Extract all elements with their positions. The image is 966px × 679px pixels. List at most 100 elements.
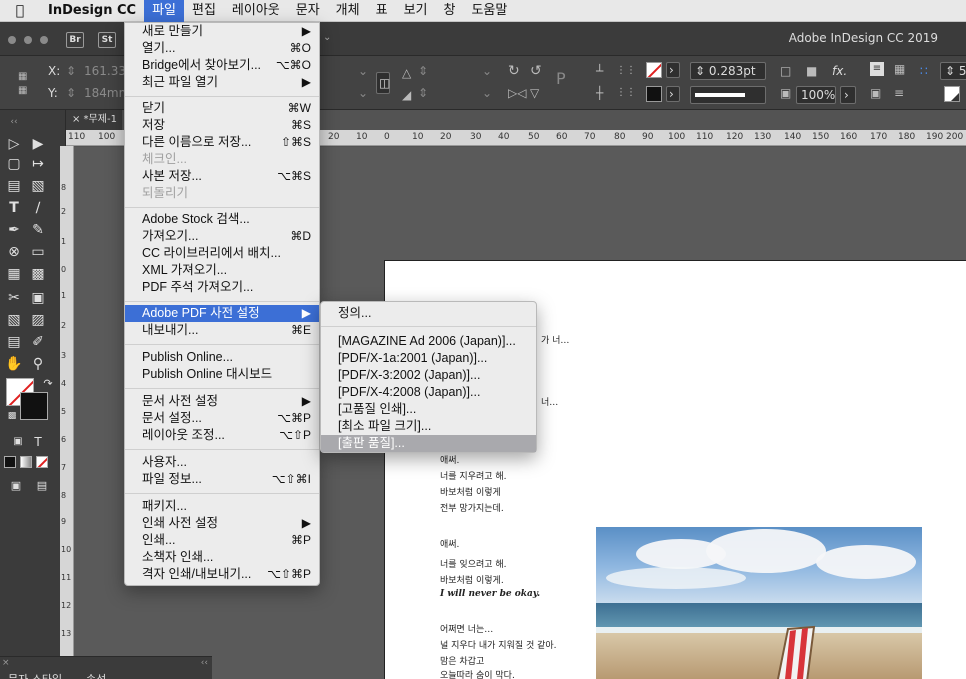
content-collector-icon[interactable]: ▤ <box>4 176 24 196</box>
submenu-item-pdfx-3[interactable]: [PDF/X-3:2002 (Japan)]... <box>321 367 536 384</box>
direct-selection-tool-icon[interactable]: ▶ <box>28 134 48 154</box>
menu-item-new[interactable]: 새로 만들기 ▶ <box>125 23 319 40</box>
stepper-icon[interactable]: ⇕ <box>418 86 428 100</box>
menu-item-publish-online-dashboard[interactable]: Publish Online 대시보드 <box>125 366 319 383</box>
default-fill-stroke-icon[interactable]: ▩ <box>2 406 22 426</box>
stepper-icon[interactable]: ⇕ <box>418 64 428 78</box>
submenu-item-press-quality[interactable]: [출판 품질]... <box>321 435 536 452</box>
text-line[interactable]: 맘은 차갑고 <box>440 654 484 667</box>
note-tool-icon[interactable]: ▤ <box>4 332 24 352</box>
menu-item-save[interactable]: 저장 ⌘S <box>125 117 319 134</box>
rectangle-frame-tool-icon[interactable]: ⊗ <box>4 242 24 262</box>
gap-tool-icon[interactable]: ↦ <box>28 154 48 174</box>
apply-none-icon[interactable] <box>36 456 48 468</box>
text-line[interactable]: 어쩌면 너는… <box>440 622 493 635</box>
menubar-item-window[interactable]: 창 <box>435 0 463 22</box>
fit-content-icon[interactable]: ≡ <box>894 86 904 100</box>
menu-item-print-booklet[interactable]: 소책자 인쇄... <box>125 549 319 566</box>
chevron-down-icon[interactable]: ⌄ <box>358 86 368 100</box>
menu-item-package[interactable]: 패키지... <box>125 498 319 515</box>
table-tool-icon[interactable]: ▦ <box>4 264 24 284</box>
text-line[interactable]: 애써. <box>440 537 459 550</box>
menu-item-save-copy[interactable]: 사본 저장... ⌥⌘S <box>125 168 319 185</box>
line-tool-icon[interactable]: ∕ <box>28 198 48 218</box>
menubar-item-object[interactable]: 개체 <box>328 0 368 22</box>
menu-item-print-presets[interactable]: 인쇄 사전 설정 ▶ <box>125 515 319 532</box>
menu-item-file-info[interactable]: 파일 정보... ⌥⇧⌘I <box>125 471 319 488</box>
stroke-swatch[interactable] <box>646 86 662 102</box>
window-minimize-button[interactable] <box>24 36 32 44</box>
gradient-feather-tool-icon[interactable]: ▨ <box>28 310 48 330</box>
stroke-weight-field[interactable]: ⇕ 0.283pt <box>690 62 766 80</box>
menubar-item-edit[interactable]: 편집 <box>184 0 224 22</box>
menubar-app-name[interactable]: InDesign CC <box>40 0 144 22</box>
normal-view-icon[interactable]: ▣ <box>6 476 26 496</box>
free-transform-tool-icon[interactable]: ▣ <box>28 288 48 308</box>
stock-button[interactable]: St <box>98 32 116 48</box>
shear-angle-icon[interactable]: ◢ <box>402 88 411 102</box>
formatting-text-icon[interactable]: T <box>28 432 48 452</box>
text-line[interactable]: 바보처럼 이렇게. <box>440 573 504 586</box>
hand-tool-icon[interactable]: ✋ <box>4 354 24 374</box>
text-line[interactable]: 전부 망가지는데. <box>440 501 504 514</box>
stepper-icon-y[interactable]: ⇕ <box>66 86 76 100</box>
menu-item-document-setup[interactable]: 문서 설정... ⌥⌘P <box>125 410 319 427</box>
text-line[interactable]: 오늘따라 숨이 막다. <box>440 668 515 679</box>
rotate-ccw-icon[interactable]: ↺ <box>530 64 542 78</box>
submenu-item-pdfx-4[interactable]: [PDF/X-4:2008 (Japan)]... <box>321 384 536 401</box>
menu-item-document-presets[interactable]: 문서 사전 설정 ▶ <box>125 393 319 410</box>
flip-horizontal-icon[interactable]: ▷◁ <box>508 86 526 100</box>
page-tool-icon[interactable]: ▢ <box>4 154 24 174</box>
effects-label[interactable]: fx. <box>832 64 847 78</box>
beach-photo[interactable] <box>596 527 922 679</box>
stepper-icon[interactable]: ⇕ <box>945 64 955 78</box>
reference-point-icon[interactable]: ▦ <box>18 70 27 84</box>
preview-mode-icon[interactable]: ▤ <box>32 476 52 496</box>
grid-icon[interactable]: ∷ <box>920 64 928 78</box>
stepper-icon[interactable]: ⇕ <box>695 64 705 78</box>
menu-item-open[interactable]: 열기... ⌘O <box>125 40 319 57</box>
align-top-icon[interactable]: ┴ <box>596 64 603 78</box>
tab-properties[interactable]: 속성 <box>86 671 106 679</box>
frame-fitting-icon[interactable]: □ <box>780 64 791 78</box>
column-count-field[interactable]: ⇕ 5 <box>940 62 966 80</box>
chevron-down-icon[interactable]: ⌄ <box>358 64 368 78</box>
text-fragment[interactable]: 너… <box>541 395 558 408</box>
grid-tool-icon[interactable]: ▩ <box>28 264 48 284</box>
stroke-swatch-large[interactable] <box>20 392 48 420</box>
collapse-panel-icon[interactable]: ‹‹ <box>201 658 208 668</box>
text-wrap-icon[interactable]: ≡ <box>870 62 884 76</box>
chevron-right-icon[interactable]: › <box>840 86 856 104</box>
flip-vertical-icon[interactable]: ▽ <box>530 86 539 100</box>
window-zoom-button[interactable] <box>40 36 48 44</box>
frame-swatch[interactable] <box>944 86 960 102</box>
drop-shadow-icon[interactable]: ■ <box>806 64 817 78</box>
menubar-item-table[interactable]: 표 <box>368 0 396 22</box>
menu-item-print-export-grid[interactable]: 격자 인쇄/내보내기... ⌥⇧⌘P <box>125 566 319 583</box>
gradient-swatch-tool-icon[interactable]: ▧ <box>4 310 24 330</box>
constrain-proportions-icon[interactable]: ◫ <box>376 72 390 94</box>
pencil-tool-icon[interactable]: ✎ <box>28 220 48 240</box>
text-line[interactable]: 널 지우다 내가 지워질 것 같아. <box>440 638 557 651</box>
menu-item-print[interactable]: 인쇄... ⌘P <box>125 532 319 549</box>
stroke-type-select[interactable] <box>690 86 766 104</box>
reference-point-icon-lower[interactable]: ▦ <box>18 84 27 98</box>
window-close-button[interactable] <box>8 36 16 44</box>
close-icon[interactable]: × <box>2 658 10 668</box>
formatting-container-icon[interactable]: ▣ <box>8 432 28 452</box>
menu-item-place[interactable]: 가져오기... ⌘D <box>125 228 319 245</box>
menubar-item-help[interactable]: 도움말 <box>463 0 515 22</box>
fill-none-swatch[interactable] <box>646 62 662 78</box>
chevron-right-icon[interactable]: › <box>666 62 680 78</box>
swap-fill-stroke-icon[interactable]: ↷ <box>38 374 58 394</box>
text-line[interactable]: 너를 잊으려고 해. <box>440 557 507 570</box>
text-line[interactable]: 바보처럼 이렇게 <box>440 485 501 498</box>
chevron-down-icon[interactable]: ⌄ <box>482 86 492 100</box>
selection-tool-icon[interactable]: ▷ <box>4 134 24 154</box>
menu-item-import-pdf-comments[interactable]: PDF 주석 가져오기... <box>125 279 319 296</box>
align-center-icon[interactable]: ┼ <box>596 86 603 100</box>
rotate-cw-icon[interactable]: ↻ <box>508 64 520 78</box>
rectangle-tool-icon[interactable]: ▭ <box>28 242 48 262</box>
chevron-down-icon[interactable]: ⌄ <box>482 64 492 78</box>
x-position-field[interactable]: 161.33 <box>84 64 126 78</box>
